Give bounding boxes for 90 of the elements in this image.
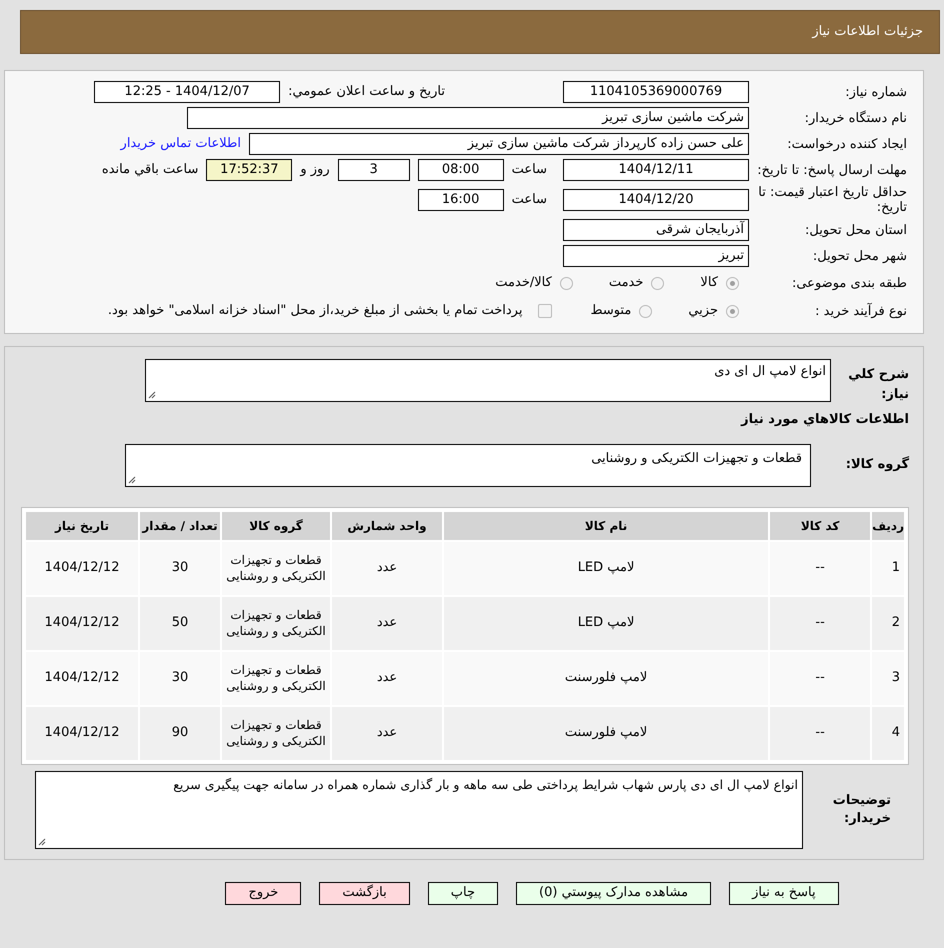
table-cell: قطعات و تجهیزات الکتریکی و روشنایی <box>222 542 330 594</box>
radio-label: خدمت <box>608 274 644 292</box>
field-label: طبقه بندی موضوعی: <box>790 276 907 290</box>
table-cell: لامپ فلورسنت <box>444 652 768 704</box>
field-label: حداقل تاریخ اعتبار قیمت: تا تاریخ: <box>757 185 907 215</box>
table-cell: 1404/12/12 <box>26 652 138 704</box>
field-label: ساعت <box>512 191 547 210</box>
table-cell: 4 <box>872 706 904 760</box>
table-cell: 50 <box>140 596 220 650</box>
resize-grip-icon <box>148 391 156 399</box>
text-field[interactable]: علی حسن زاده کارپرداز شرکت ماشین سازی تبریز <box>249 133 749 155</box>
field-label: نوع فرآیند خرید : <box>814 304 907 318</box>
radio-label: متوسط <box>590 302 632 320</box>
radio-label: کالا/خدمت <box>495 274 552 292</box>
radio-button[interactable] <box>560 276 573 290</box>
text-field[interactable]: 1404/12/11 <box>563 159 749 181</box>
table-cell: 1 <box>872 542 904 594</box>
column-header: واحد شمارش <box>332 512 442 540</box>
field-label: شماره نیاز: <box>844 84 907 100</box>
field-label: ساعت <box>512 161 547 180</box>
text-field[interactable]: 17:52:37 <box>206 159 292 181</box>
checkbox-label: پرداخت تمام یا بخشی از مبلغ خرید،از محل "اسناد خزانه اسلامی" خواهد بود. <box>108 302 522 320</box>
text-field[interactable]: 3 <box>338 159 410 181</box>
radio-label: جزيي <box>688 302 718 320</box>
text-field[interactable]: آذربایجان شرقی <box>563 219 749 241</box>
text-field[interactable]: 1404/12/20 <box>563 189 749 211</box>
resize-grip-icon <box>128 476 136 484</box>
table-cell: 2 <box>872 596 904 650</box>
column-header: تعداد / مقدار <box>140 512 220 540</box>
action-button[interactable]: چاپ <box>428 882 498 904</box>
table-cell: عدد <box>332 596 442 650</box>
radio-button[interactable] <box>726 304 739 318</box>
radio-label: کالا <box>700 274 718 292</box>
contact-link[interactable]: اطلاعات تماس خریدار <box>120 134 241 154</box>
column-header: تاریخ نیاز <box>26 512 138 540</box>
column-header: ردیف <box>872 512 904 540</box>
section-heading: اطلاعات کالاهاي مورد نیاز <box>741 411 909 429</box>
radio-button[interactable] <box>651 276 664 290</box>
text-field[interactable]: تبریز <box>563 245 749 267</box>
table-cell: لامپ LED <box>444 596 768 650</box>
table-cell: 1404/12/12 <box>26 596 138 650</box>
table-cell: -- <box>770 706 870 760</box>
field-label: تاریخ و ساعت اعلان عمومي: <box>288 83 445 102</box>
field-label: نام دستگاه خریدار: <box>804 110 907 126</box>
table-cell: قطعات و تجهیزات الکتریکی و روشنایی <box>222 652 330 704</box>
action-button[interactable]: بازگشت <box>319 882 410 904</box>
field-label: مهلت ارسال پاسخ: تا تاریخ: <box>757 162 907 178</box>
field-label: ایجاد کننده درخواست: <box>786 136 907 152</box>
table-cell: قطعات و تجهیزات الکتریکی و روشنایی <box>222 706 330 760</box>
table-cell: لامپ فلورسنت <box>444 706 768 760</box>
table-cell: -- <box>770 542 870 594</box>
table-cell: -- <box>770 596 870 650</box>
field-label: استان محل تحویل: <box>804 222 907 238</box>
table-cell: 1404/12/12 <box>26 706 138 760</box>
table-cell: قطعات و تجهیزات الکتریکی و روشنایی <box>222 596 330 650</box>
table-cell: 3 <box>872 652 904 704</box>
action-button[interactable]: مشاهده مدارک پیوستي (0) <box>516 882 712 904</box>
checkbox[interactable] <box>538 304 552 318</box>
table-cell: عدد <box>332 542 442 594</box>
table-cell: عدد <box>332 652 442 704</box>
text-field[interactable]: 1104105369000769 <box>563 81 749 103</box>
field-label: روز و <box>300 161 330 180</box>
radio-button[interactable] <box>726 276 739 290</box>
text-area[interactable]: قطعات و تجهیزات الکتریکی و روشنایی <box>125 444 811 486</box>
table-cell: 1404/12/12 <box>26 542 138 594</box>
text-area[interactable]: انواع لامپ ال ای دی <box>145 359 831 402</box>
radio-button[interactable] <box>639 304 652 318</box>
field-label: توضیحات خریدار: <box>832 792 891 828</box>
table-cell: 30 <box>140 652 220 704</box>
table-cell: -- <box>770 652 870 704</box>
action-button[interactable]: پاسخ به نیاز <box>729 882 839 904</box>
field-label: گروه کالا: <box>844 455 909 474</box>
text-field[interactable]: شرکت ماشین سازی تبریز <box>187 107 749 129</box>
column-header: کد کالا <box>770 512 870 540</box>
text-field[interactable]: 08:00 <box>418 159 504 181</box>
field-label: ساعت باقي مانده <box>102 161 198 180</box>
text-field[interactable]: 1404/12/07 - 12:25 <box>94 81 280 103</box>
resize-grip-icon <box>38 838 46 846</box>
text-area[interactable]: انواع لامپ ال ای دی پارس شهاب شرایط پرداختی طی سه ماهه و بار گذاری شماره همراه در سامانه جهت پیگیری سریع <box>35 770 803 848</box>
field-label: شهر محل تحویل: <box>812 248 907 264</box>
column-header: نام کالا <box>444 512 768 540</box>
text-field[interactable]: 16:00 <box>418 189 504 211</box>
table-cell: 90 <box>140 706 220 760</box>
table-cell: 30 <box>140 542 220 594</box>
page-title: جزئیات اطلاعات نیاز <box>812 23 923 42</box>
column-header: گروه کالا <box>222 512 330 540</box>
action-button[interactable]: خروج <box>225 882 302 904</box>
table-cell: عدد <box>332 706 442 760</box>
field-label: شرح کلي نیاز: <box>847 366 909 404</box>
table-cell: لامپ LED <box>444 542 768 594</box>
